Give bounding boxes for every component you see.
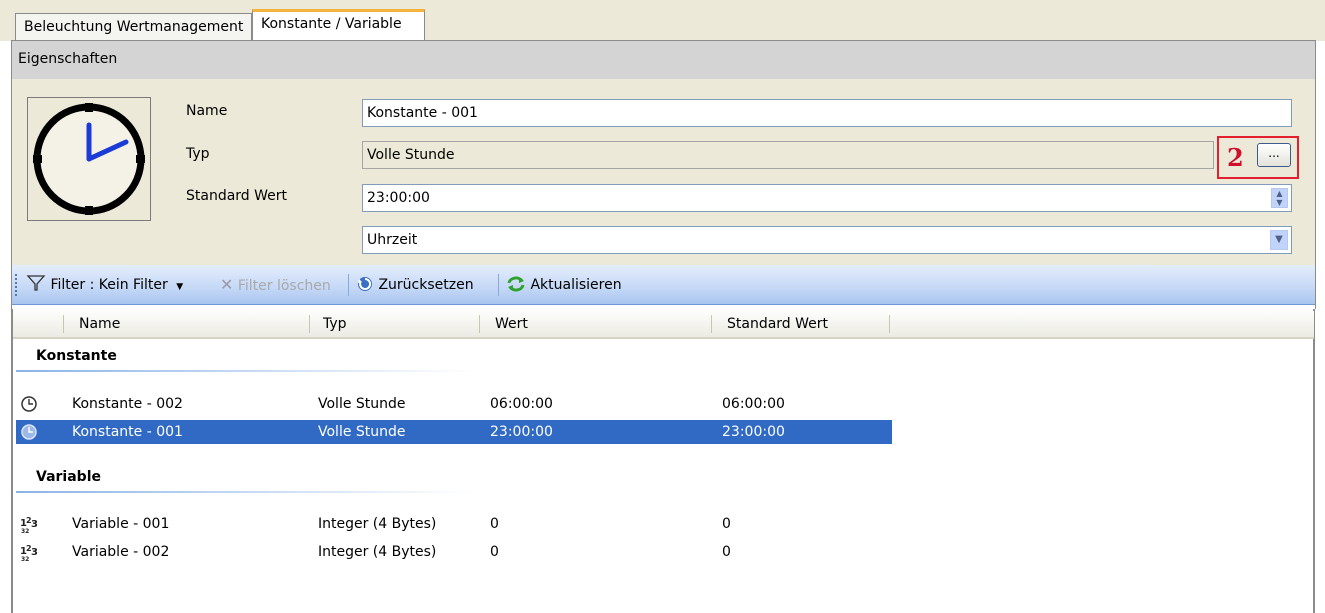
clock-icon xyxy=(27,97,151,221)
integer-icon: 1 2 3 32 xyxy=(20,516,38,533)
standard-wert-value: 23:00:00 xyxy=(367,190,430,206)
refresh-button[interactable]: Aktualisieren xyxy=(506,265,622,305)
svg-text:32: 32 xyxy=(21,528,29,533)
tab-konstante-variable[interactable]: Konstante / Variable xyxy=(252,9,425,41)
tab-beleuchtung-wertmanagement[interactable]: Beleuchtung Wertmanagement xyxy=(15,13,252,40)
svg-text:32: 32 xyxy=(21,556,29,561)
dropdown-arrow-icon: ▼ xyxy=(176,282,184,292)
filter-icon xyxy=(26,275,46,291)
column-divider[interactable] xyxy=(309,315,310,333)
standard-wert-label: Standard Wert xyxy=(186,188,288,204)
annotation-number: 2 xyxy=(1227,143,1244,172)
format-value: Uhrzeit xyxy=(367,232,418,248)
column-divider[interactable] xyxy=(479,315,480,333)
column-divider[interactable] xyxy=(889,315,890,333)
chevron-down-icon[interactable]: ▼ xyxy=(1270,230,1288,250)
cell-name: Konstante - 001 xyxy=(72,424,183,440)
properties-header: Eigenschaften xyxy=(12,41,1315,79)
clock-icon xyxy=(21,396,37,412)
refresh-label: Aktualisieren xyxy=(530,277,622,293)
toolbar-separator xyxy=(498,274,499,296)
spin-up-down-icon[interactable]: ▲ ▼ xyxy=(1271,188,1288,208)
column-header-typ[interactable]: Typ xyxy=(323,311,347,337)
column-header-name[interactable]: Name xyxy=(79,311,120,337)
group-header-variable[interactable]: Variable xyxy=(36,469,101,485)
cell-name: Konstante - 002 xyxy=(72,396,183,412)
typ-field: Volle Stunde xyxy=(362,141,1214,169)
format-select[interactable]: Uhrzeit ▼ xyxy=(362,226,1292,254)
column-header-wert[interactable]: Wert xyxy=(495,311,528,337)
cell-name: Variable - 001 xyxy=(72,516,170,532)
cell-standard-wert: 06:00:00 xyxy=(722,396,785,412)
integer-icon: 1 2 3 32 xyxy=(20,544,38,561)
cell-typ: Integer (4 Bytes) xyxy=(318,544,437,560)
toolbar-grip[interactable] xyxy=(15,274,17,296)
svg-text:3: 3 xyxy=(31,547,38,558)
group-divider xyxy=(16,370,472,372)
table-row[interactable]: Konstante - 002 Volle Stunde 06:00:00 06… xyxy=(16,392,892,416)
svg-text:3: 3 xyxy=(31,519,38,530)
reset-label: Zurücksetzen xyxy=(378,277,474,293)
cell-wert: 06:00:00 xyxy=(490,396,553,412)
filter-label: Filter : Kein Filter xyxy=(50,277,168,293)
data-grid xyxy=(12,309,1316,613)
reset-icon xyxy=(358,277,372,291)
grid-right-border xyxy=(1313,309,1315,613)
cell-name: Variable - 002 xyxy=(72,544,170,560)
cell-wert: 23:00:00 xyxy=(490,424,553,440)
typ-label: Typ xyxy=(186,146,210,162)
toolbar-separator xyxy=(348,274,349,296)
cell-typ: Integer (4 Bytes) xyxy=(318,516,437,532)
grid-header: Name Typ Wert Standard Wert xyxy=(13,311,1314,339)
table-row[interactable]: 1 2 3 32 Variable - 002 Integer (4 Bytes… xyxy=(16,540,892,564)
reset-button[interactable]: Zurücksetzen xyxy=(356,265,474,305)
clear-x-icon: ✕ xyxy=(220,275,234,294)
clear-filter-label: Filter löschen xyxy=(237,278,331,294)
name-label: Name xyxy=(186,103,228,119)
tab-bar: Beleuchtung Wertmanagement Konstante / V… xyxy=(0,0,1325,41)
clock-icon xyxy=(21,424,37,440)
table-row-selected[interactable]: Konstante - 001 Volle Stunde 23:00:00 23… xyxy=(16,420,892,444)
cell-standard-wert: 0 xyxy=(722,544,731,560)
cell-typ: Volle Stunde xyxy=(318,424,406,440)
column-divider[interactable] xyxy=(63,315,64,333)
cell-typ: Volle Stunde xyxy=(318,396,406,412)
cell-standard-wert: 23:00:00 xyxy=(722,424,785,440)
cell-standard-wert: 0 xyxy=(722,516,731,532)
group-divider xyxy=(16,491,472,493)
refresh-icon xyxy=(507,276,525,292)
column-header-standard-wert[interactable]: Standard Wert xyxy=(727,311,828,337)
cell-wert: 0 xyxy=(490,516,499,532)
grid-toolbar: Filter : Kein Filter ▼ ✕ Filter löschen … xyxy=(12,265,1315,305)
group-header-konstante[interactable]: Konstante xyxy=(36,348,117,364)
cell-wert: 0 xyxy=(490,544,499,560)
name-field[interactable]: Konstante - 001 xyxy=(362,99,1292,127)
clear-filter-button[interactable]: ✕ Filter löschen xyxy=(220,265,331,305)
standard-wert-stepper[interactable]: 23:00:00 ▲ ▼ xyxy=(362,184,1292,212)
column-divider[interactable] xyxy=(711,315,712,333)
table-row[interactable]: 1 2 3 32 Variable - 001 Integer (4 Bytes… xyxy=(16,512,892,536)
filter-dropdown[interactable]: Filter : Kein Filter ▼ xyxy=(26,265,183,305)
